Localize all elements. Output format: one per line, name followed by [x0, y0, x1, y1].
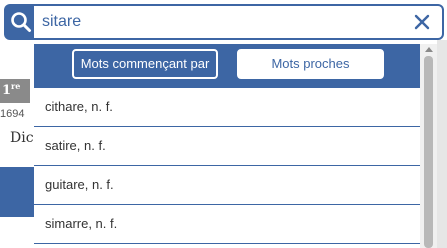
page-scrollbar[interactable] [437, 40, 447, 248]
edition-suffix: re [11, 81, 21, 91]
scrollbar-thumb[interactable] [424, 56, 433, 248]
close-icon[interactable] [412, 12, 432, 32]
search-input[interactable] [42, 6, 402, 38]
edition-number: 1 [2, 83, 12, 98]
search-icon [11, 12, 31, 32]
list-item[interactable]: guitare, n. f. [34, 166, 420, 205]
nearby-words-button[interactable]: Mots proches [237, 49, 384, 79]
list-item[interactable]: cithare, n. f. [34, 88, 420, 127]
filter-toggle-group: Mots commençant par Mots proches [34, 44, 420, 88]
starts-with-button[interactable]: Mots commençant par [72, 49, 218, 79]
dropdown-scrollbar[interactable] [420, 44, 437, 248]
search-suggestions-dropdown: Mots commençant par Mots proches cithare… [34, 44, 420, 248]
dictionary-title: Dic [10, 130, 34, 146]
search-button[interactable] [4, 4, 38, 40]
search-bar [0, 0, 447, 44]
scroll-up-icon[interactable] [425, 47, 433, 52]
results-list: cithare, n. f. satire, n. f. guitare, n.… [34, 88, 420, 248]
edition-badge[interactable]: 1re [0, 79, 30, 103]
search-field [34, 4, 444, 40]
list-item[interactable]: satire, n. f. [34, 127, 420, 166]
edition-year: 1694 [0, 108, 25, 120]
list-item[interactable]: simarre, n. f. [34, 205, 420, 244]
